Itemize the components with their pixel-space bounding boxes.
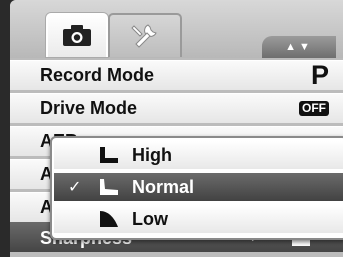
option-label: Low bbox=[132, 209, 168, 229]
sharpness-options-popup: High ✓ Normal Low bbox=[50, 136, 343, 240]
menu-item-record-mode[interactable]: Record Mode P bbox=[10, 60, 343, 90]
camera-tab[interactable] bbox=[46, 13, 108, 57]
option-label: High bbox=[132, 145, 172, 165]
camera-menu-screen: ▲▼ Record Mode P Drive Mode OFF AEB AF A… bbox=[10, 0, 343, 257]
sharpness-normal-icon bbox=[100, 179, 118, 195]
camera-icon bbox=[63, 25, 91, 46]
menu-item-drive-mode[interactable]: Drive Mode OFF bbox=[10, 93, 343, 123]
sharpness-low-icon bbox=[100, 211, 118, 227]
option-high[interactable]: High bbox=[54, 141, 343, 169]
wrench-icon bbox=[131, 24, 157, 48]
setup-tab[interactable] bbox=[108, 13, 182, 57]
menu-item-value: OFF bbox=[299, 101, 329, 116]
sharpness-high-icon bbox=[100, 147, 118, 163]
option-label: Normal bbox=[132, 177, 195, 197]
menu-item-label: Record Mode bbox=[40, 65, 155, 85]
scroll-indicator: ▲▼ bbox=[262, 36, 336, 58]
checkmark-icon: ✓ bbox=[68, 179, 82, 196]
menu-item-label: Drive Mode bbox=[40, 98, 138, 118]
option-low[interactable]: Low bbox=[54, 205, 343, 233]
menu-item-value: P bbox=[310, 60, 329, 90]
option-normal[interactable]: ✓ Normal bbox=[54, 173, 343, 201]
